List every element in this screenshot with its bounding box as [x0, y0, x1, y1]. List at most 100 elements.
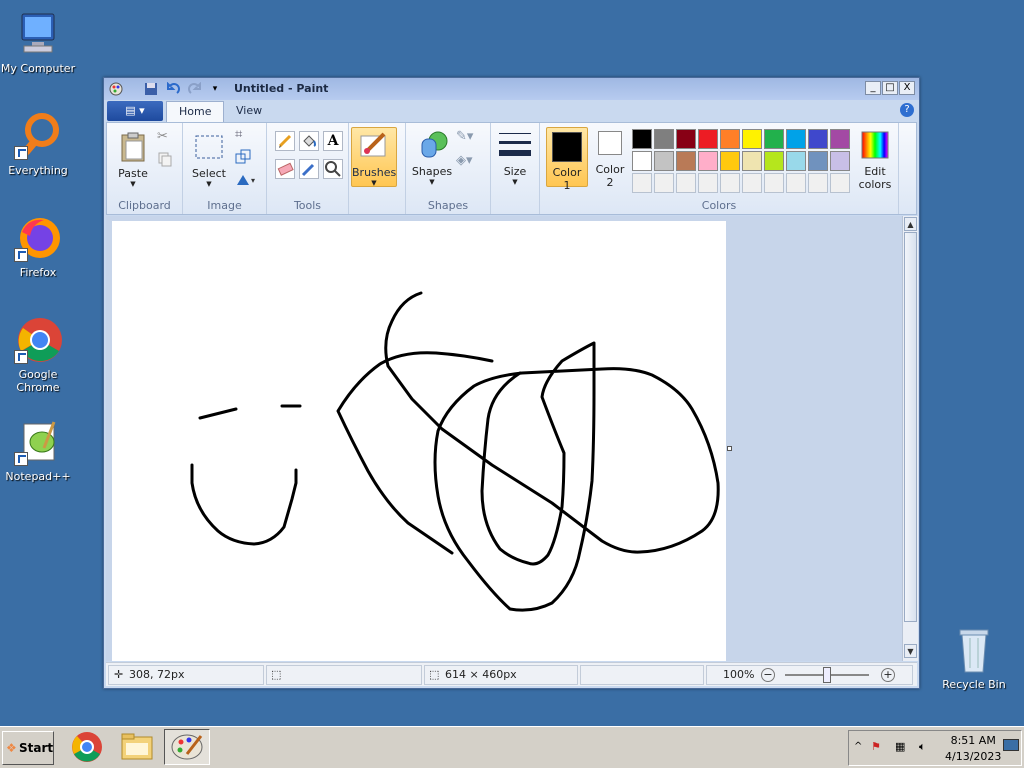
desktop-icon-firefox[interactable]: Firefox	[0, 214, 76, 279]
tab-view[interactable]: View	[224, 101, 274, 122]
redo-icon[interactable]	[188, 81, 202, 96]
color-swatch[interactable]	[698, 151, 718, 171]
size-button[interactable]: Size ▼	[495, 129, 535, 186]
customize-quick-access-icon[interactable]: ▾	[208, 82, 222, 96]
taskbar-paint[interactable]	[164, 729, 210, 765]
crop-icon[interactable]: ⌗	[235, 127, 255, 147]
pencil-icon[interactable]	[275, 131, 295, 151]
help-button[interactable]: ?	[900, 103, 914, 117]
desktop-icon-google-chrome[interactable]: Google Chrome	[0, 316, 76, 394]
volume-muted-icon[interactable]: 🔈︎	[919, 740, 926, 754]
color-swatch[interactable]	[830, 129, 850, 149]
everything-icon	[14, 112, 62, 160]
color2-button[interactable]: Color 2	[590, 131, 630, 189]
color-swatch[interactable]	[654, 129, 674, 149]
color1-button[interactable]: Color 1	[546, 127, 588, 192]
taskbar: ❖ Start ^ ⚑ ▦ 🔈︎ 8:51 AM 4/13/2023	[0, 726, 1024, 768]
select-button[interactable]: Select ▼	[189, 131, 229, 188]
color-swatch[interactable]	[808, 151, 828, 171]
color-swatch[interactable]	[720, 173, 740, 193]
title-bar[interactable]: ▾ Untitled - Paint _ □ X	[104, 78, 919, 100]
scrollbar-thumb[interactable]	[904, 232, 917, 622]
color-swatch[interactable]	[676, 129, 696, 149]
color-swatch[interactable]	[676, 151, 696, 171]
color-swatch[interactable]	[830, 151, 850, 171]
magnifier-icon[interactable]	[323, 159, 343, 179]
desktop-icon-notepad-plus-plus[interactable]: Notepad++	[0, 418, 76, 483]
color-swatch[interactable]	[720, 151, 740, 171]
network-icon[interactable]: ▦	[895, 740, 905, 753]
paste-button[interactable]: Paste ▼	[113, 131, 153, 188]
eraser-icon[interactable]	[275, 159, 295, 179]
resize-icon[interactable]	[235, 149, 255, 169]
color-swatch[interactable]	[632, 129, 652, 149]
color-swatch[interactable]	[808, 173, 828, 193]
maximize-button[interactable]: □	[882, 81, 898, 95]
tab-home[interactable]: Home	[166, 101, 225, 122]
tools-group-label: Tools	[293, 199, 322, 212]
color-swatch[interactable]	[808, 129, 828, 149]
desktop-icon-recycle-bin[interactable]: Recycle Bin	[936, 626, 1012, 691]
color-swatch[interactable]	[786, 129, 806, 149]
zoom-in-button[interactable]: +	[881, 668, 895, 682]
color-swatch[interactable]	[764, 129, 784, 149]
zoom-out-button[interactable]: −	[761, 668, 775, 682]
brushes-button[interactable]: Brushes ▼	[351, 127, 397, 187]
show-desktop-icon[interactable]	[1003, 739, 1019, 751]
fill-shape-icon[interactable]: ◈▾	[456, 153, 486, 173]
color-swatch[interactable]	[742, 151, 762, 171]
color2-number: 2	[606, 176, 614, 189]
vertical-scrollbar[interactable]: ▲ ▼	[902, 216, 918, 661]
paint-window: ▾ Untitled - Paint _ □ X ▤ ▾ Home View ?…	[103, 77, 920, 689]
canvas-resize-handle[interactable]	[727, 446, 732, 451]
color-swatch[interactable]	[654, 151, 674, 171]
drawing-canvas[interactable]	[112, 221, 726, 661]
color-swatch[interactable]	[632, 173, 652, 193]
color-picker-icon[interactable]	[299, 159, 319, 179]
clock-time: 8:51 AM	[950, 734, 996, 747]
color-swatch[interactable]	[676, 173, 696, 193]
color-swatch[interactable]	[720, 129, 740, 149]
taskbar-file-explorer[interactable]	[114, 729, 160, 765]
close-button[interactable]: X	[899, 81, 915, 95]
paste-icon	[117, 131, 149, 163]
scroll-up-arrow-icon[interactable]: ▲	[904, 217, 917, 231]
file-menu-button[interactable]: ▤ ▾	[107, 101, 163, 121]
color1-label: Color	[552, 166, 582, 179]
empty-status-panel	[580, 665, 704, 685]
color-swatch[interactable]	[654, 173, 674, 193]
undo-icon[interactable]	[166, 81, 180, 96]
color-swatch[interactable]	[698, 173, 718, 193]
color-swatch[interactable]	[786, 151, 806, 171]
zoom-slider-thumb[interactable]	[823, 667, 831, 683]
color-swatch[interactable]	[742, 129, 762, 149]
paint-app-icon[interactable]	[109, 82, 123, 96]
paint-icon	[171, 734, 203, 760]
desktop-icon-my-computer[interactable]: My Computer	[0, 10, 76, 75]
color-swatch[interactable]	[742, 173, 762, 193]
start-button[interactable]: ❖ Start	[2, 731, 54, 765]
show-hidden-icons-icon[interactable]: ^	[854, 741, 862, 752]
color-swatch[interactable]	[786, 173, 806, 193]
edit-colors-button[interactable]: Edit colors	[854, 129, 896, 191]
color-swatch[interactable]	[764, 151, 784, 171]
outline-icon[interactable]: ✎▾	[456, 129, 486, 149]
shapes-button[interactable]: Shapes ▼	[410, 129, 454, 186]
copy-icon[interactable]	[157, 151, 177, 171]
color-swatch[interactable]	[632, 151, 652, 171]
color1-number: 1	[563, 179, 571, 192]
save-icon[interactable]	[144, 82, 158, 96]
scroll-down-arrow-icon[interactable]: ▼	[904, 644, 917, 658]
color-swatch[interactable]	[830, 173, 850, 193]
action-center-flag-icon[interactable]: ⚑	[871, 740, 881, 753]
color-swatch[interactable]	[764, 173, 784, 193]
text-tool-icon[interactable]: A	[323, 131, 343, 151]
color-swatch[interactable]	[698, 129, 718, 149]
minimize-button[interactable]: _	[865, 81, 881, 95]
taskbar-chrome[interactable]	[64, 729, 110, 765]
desktop-icon-everything[interactable]: Everything	[0, 112, 76, 177]
rotate-icon[interactable]: ▾	[235, 171, 263, 191]
cut-icon[interactable]: ✂	[157, 129, 177, 149]
clock[interactable]: 8:51 AM 4/13/2023	[945, 733, 1001, 765]
fill-icon[interactable]	[299, 131, 319, 151]
